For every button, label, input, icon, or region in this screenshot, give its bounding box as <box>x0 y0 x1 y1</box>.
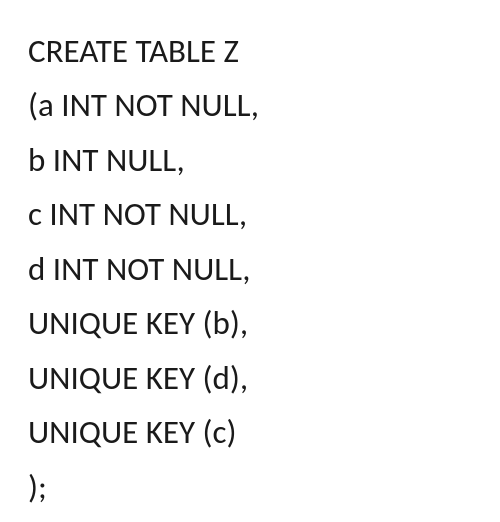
sql-line: c INT NOT NULL, <box>28 187 472 241</box>
sql-line: UNIQUE KEY (c) <box>28 405 472 459</box>
sql-line: UNIQUE KEY (d), <box>28 351 472 405</box>
sql-code-block: CREATE TABLE Z (a INT NOT NULL, b INT NU… <box>28 24 472 514</box>
sql-line: UNIQUE KEY (b), <box>28 296 472 350</box>
sql-line: (a INT NOT NULL, <box>28 78 472 132</box>
sql-line: b INT NULL, <box>28 133 472 187</box>
sql-line: ); <box>28 460 472 514</box>
sql-line: d INT NOT NULL, <box>28 242 472 296</box>
sql-line: CREATE TABLE Z <box>28 24 472 78</box>
